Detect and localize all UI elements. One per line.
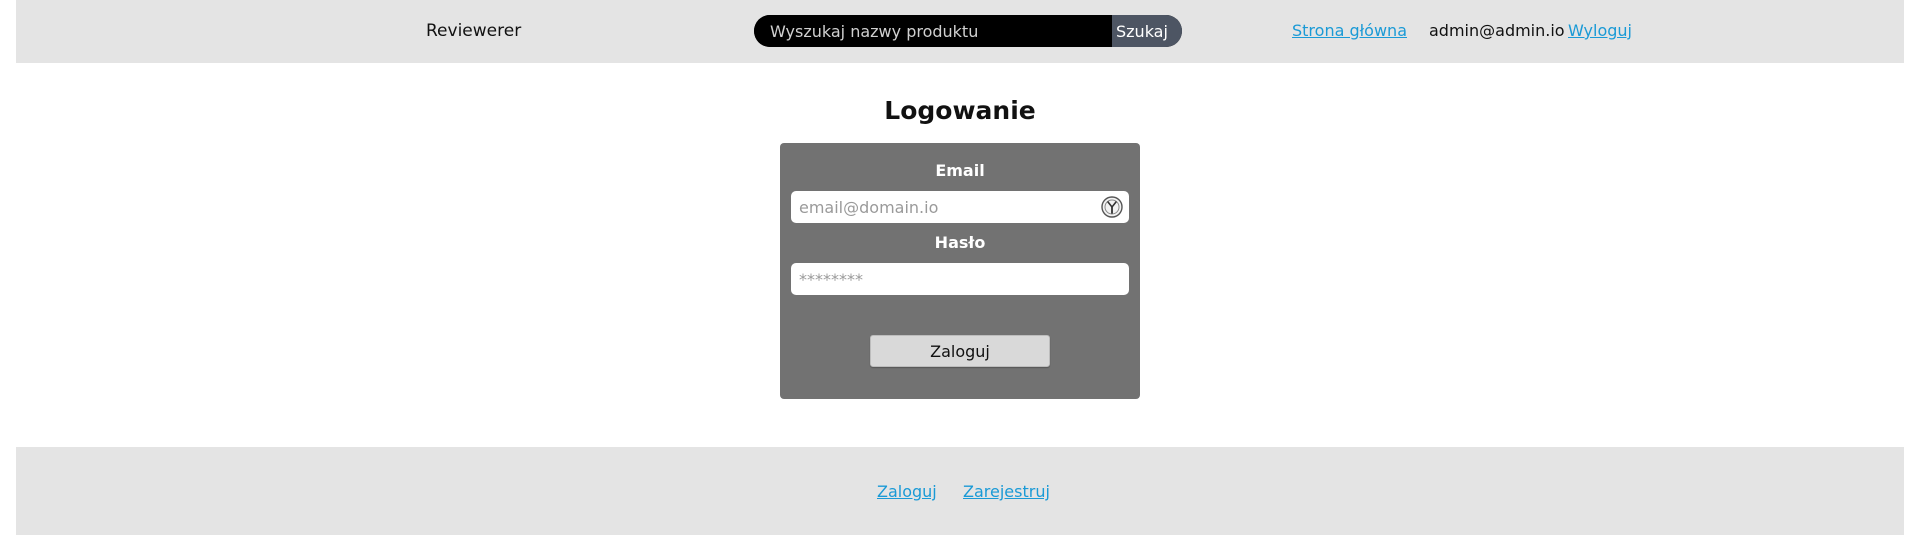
password-label: Hasło: [934, 233, 986, 252]
top-navbar: Reviewerer Szukaj Strona główna admin@ad…: [16, 0, 1904, 63]
search-button[interactable]: Szukaj: [1112, 15, 1182, 47]
login-button[interactable]: Zaloguj: [870, 335, 1050, 367]
footer-login-link[interactable]: Zaloguj: [877, 482, 937, 501]
home-link[interactable]: Strona główna: [1292, 21, 1407, 40]
password-field[interactable]: [791, 263, 1129, 295]
page-title: Logowanie: [884, 96, 1036, 125]
login-form: Email Hasło Zaloguj: [780, 143, 1140, 399]
logout-link[interactable]: Wyloguj: [1568, 21, 1632, 40]
search-input[interactable]: [754, 15, 1112, 47]
password-manager-icon[interactable]: [1101, 196, 1123, 218]
brand-name[interactable]: Reviewerer: [426, 21, 521, 41]
email-field[interactable]: [791, 191, 1129, 223]
footer-register-link[interactable]: Zarejestruj: [963, 482, 1050, 501]
footer: Zaloguj Zarejestruj: [16, 447, 1904, 535]
user-email: admin@admin.io: [1429, 21, 1565, 40]
email-label: Email: [935, 161, 985, 180]
search-bar: Szukaj: [754, 15, 1182, 47]
page: Reviewerer Szukaj Strona główna admin@ad…: [0, 0, 1920, 535]
